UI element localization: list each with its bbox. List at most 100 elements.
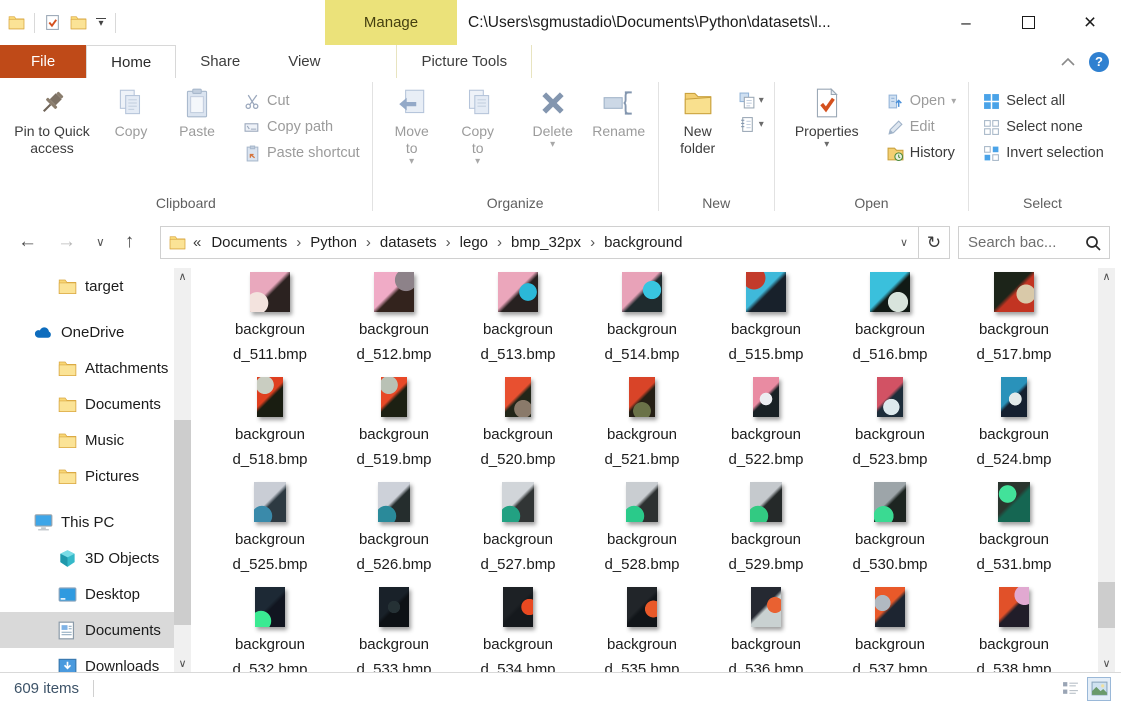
file-tile[interactable]: background_523.bmp [828, 377, 952, 482]
properties-shortcut-icon[interactable] [44, 14, 61, 31]
search-icon[interactable] [1084, 234, 1102, 252]
sidebar-item-documents[interactable]: Documents [0, 386, 174, 422]
forward-icon[interactable]: → [57, 231, 76, 253]
customize-toolbar-icon[interactable]: ▾ [96, 18, 106, 28]
paste-shortcut-button[interactable]: Paste shortcut [238, 142, 366, 165]
file-tile[interactable]: background_527.bmp [456, 482, 580, 587]
open-button[interactable]: Open ▾ [881, 90, 963, 113]
copy-to-button[interactable]: Copy to ▾ [445, 82, 511, 169]
sidebar-item-target[interactable]: target [0, 268, 174, 304]
file-tile[interactable]: background_522.bmp [704, 377, 828, 482]
large-icons-view-button[interactable] [1087, 677, 1111, 701]
invert-selection-button[interactable]: Invert selection [977, 142, 1110, 165]
back-icon[interactable]: ← [18, 231, 37, 253]
file-tile[interactable]: background_525.bmp [208, 482, 332, 587]
up-icon[interactable]: ↑ [125, 231, 135, 253]
sidebar-item-documents[interactable]: Documents [0, 612, 174, 648]
rename-button[interactable]: Rename [586, 82, 652, 142]
scroll-up-icon[interactable]: ∧ [1098, 268, 1115, 285]
breadcrumb-item[interactable]: Documents [207, 234, 291, 251]
breadcrumb-item[interactable]: datasets [376, 234, 441, 251]
select-none-button[interactable]: Select none [977, 116, 1110, 139]
refresh-icon[interactable]: ↻ [918, 227, 949, 258]
move-to-button[interactable]: Move to ▾ [379, 82, 445, 169]
close-button[interactable]: × [1059, 0, 1121, 45]
scrollbar-thumb[interactable] [174, 420, 191, 625]
file-tile[interactable]: background_524.bmp [952, 377, 1076, 482]
file-tile[interactable]: background_532.bmp [208, 587, 332, 676]
file-tile[interactable]: background_530.bmp [828, 482, 952, 587]
delete-button[interactable]: Delete ▾ [520, 82, 586, 152]
sidebar-item-3d-objects[interactable]: 3D Objects [0, 540, 174, 576]
sidebar-item-desktop[interactable]: Desktop [0, 576, 174, 612]
address-bar[interactable]: «Documents›Python›datasets›lego›bmp_32px… [160, 226, 950, 259]
breadcrumb-item[interactable]: bmp_32px [507, 234, 585, 251]
edit-button[interactable]: Edit [881, 116, 963, 139]
pin-to-quick-access-button[interactable]: Pin to Quick access [6, 82, 98, 159]
search-input[interactable] [959, 234, 1084, 251]
sidebar-item-downloads[interactable]: Downloads [0, 648, 174, 672]
scroll-up-icon[interactable]: ∧ [174, 268, 191, 285]
minimize-button[interactable]: – [935, 0, 997, 45]
collapse-ribbon-icon[interactable] [1061, 57, 1075, 67]
file-tile[interactable]: background_529.bmp [704, 482, 828, 587]
sidebar-item-pictures[interactable]: Pictures [0, 458, 174, 494]
manage-contextual-tab[interactable]: Manage [325, 0, 457, 45]
file-tile[interactable]: background_535.bmp [580, 587, 704, 676]
file-tile[interactable]: background_533.bmp [332, 587, 456, 676]
properties-button[interactable]: Properties ▾ [781, 82, 873, 152]
file-list-scrollbar[interactable]: ∧ ∨ [1098, 268, 1115, 672]
file-tile[interactable]: background_517.bmp [952, 272, 1076, 377]
file-tile[interactable]: background_526.bmp [332, 482, 456, 587]
file-tile[interactable]: background_512.bmp [332, 272, 456, 377]
file-tile[interactable]: background_534.bmp [456, 587, 580, 676]
scrollbar-track[interactable] [174, 285, 191, 655]
sidebar-item-music[interactable]: Music [0, 422, 174, 458]
tab-home[interactable]: Home [86, 45, 176, 79]
paste-button[interactable]: Paste [164, 82, 230, 142]
breadcrumb-item[interactable]: Python [306, 234, 361, 251]
file-tile[interactable]: background_515.bmp [704, 272, 828, 377]
tab-file[interactable]: File [0, 45, 86, 78]
file-tile[interactable]: background_538.bmp [952, 587, 1076, 676]
help-icon[interactable]: ? [1089, 52, 1109, 72]
file-tile[interactable]: background_536.bmp [704, 587, 828, 676]
scroll-down-icon[interactable]: ∨ [1098, 655, 1115, 672]
scrollbar-track[interactable] [1098, 285, 1115, 655]
cut-button[interactable]: Cut [238, 90, 366, 113]
copy-button[interactable]: Copy [98, 82, 164, 142]
new-item-button[interactable]: ▾ [735, 90, 768, 111]
file-tile[interactable]: background_514.bmp [580, 272, 704, 377]
copy-path-button[interactable]: Copy path [238, 116, 366, 139]
file-tile[interactable]: background_511.bmp [208, 272, 332, 377]
file-tile[interactable]: background_537.bmp [828, 587, 952, 676]
file-tile[interactable]: background_518.bmp [208, 377, 332, 482]
breadcrumb-item[interactable]: lego [456, 234, 492, 251]
new-folder-shortcut-icon[interactable] [70, 14, 87, 31]
select-all-button[interactable]: Select all [977, 90, 1110, 113]
easy-access-button[interactable]: ▾ [735, 114, 768, 135]
breadcrumb-item[interactable]: background [600, 234, 686, 251]
tab-view[interactable]: View [264, 45, 344, 78]
sidebar-scrollbar[interactable]: ∧ ∨ [174, 268, 191, 672]
file-tile[interactable]: background_531.bmp [952, 482, 1076, 587]
recent-locations-icon[interactable]: ∨ [96, 235, 105, 249]
scroll-down-icon[interactable]: ∨ [174, 655, 191, 672]
new-folder-button[interactable]: New folder [665, 82, 731, 159]
tab-share[interactable]: Share [176, 45, 264, 78]
sidebar-item-attachments[interactable]: Attachments [0, 350, 174, 386]
file-tile[interactable]: background_528.bmp [580, 482, 704, 587]
maximize-button[interactable] [997, 0, 1059, 45]
sidebar-item-onedrive[interactable]: OneDrive [0, 314, 174, 350]
details-view-button[interactable] [1059, 678, 1081, 700]
address-dropdown-icon[interactable]: ∨ [890, 236, 918, 249]
file-tile[interactable]: background_520.bmp [456, 377, 580, 482]
breadcrumb-overflow-icon[interactable]: « [193, 234, 207, 251]
file-tile[interactable]: background_513.bmp [456, 272, 580, 377]
history-button[interactable]: History [881, 142, 963, 165]
sidebar-item-this-pc[interactable]: This PC [0, 504, 174, 540]
scrollbar-thumb[interactable] [1098, 582, 1115, 628]
file-tile[interactable]: background_519.bmp [332, 377, 456, 482]
tab-picture-tools[interactable]: Picture Tools [396, 45, 532, 78]
file-tile[interactable]: background_521.bmp [580, 377, 704, 482]
